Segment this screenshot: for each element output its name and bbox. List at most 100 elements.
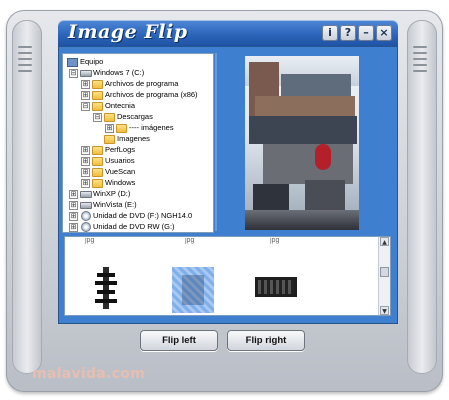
folder-icon [92, 179, 103, 188]
tree-item-usuarios[interactable]: ⊞ Usuarios [81, 155, 211, 166]
expand-toggle[interactable]: ⊞ [81, 179, 90, 188]
scroll-up-icon[interactable]: ▲ [380, 237, 389, 246]
scroll-down-icon[interactable]: ▼ [380, 306, 389, 315]
preview-building [305, 180, 345, 210]
thumbnail-image[interactable] [255, 277, 297, 297]
drive-icon [80, 191, 92, 198]
grip-line [413, 58, 427, 60]
thumbnail-caption: jpg [185, 237, 195, 244]
tree-item-perflogs[interactable]: ⊞ PerfLogs [81, 144, 211, 155]
thumbnail-caption: jpg [270, 237, 280, 244]
expand-toggle[interactable]: ⊞ [69, 190, 78, 199]
tree-item-label: Unidad de DVD RW (G:) [93, 222, 175, 231]
dvd-icon [81, 211, 91, 221]
tree-item-windows7[interactable]: ⊟ Windows 7 (C:) [69, 67, 209, 78]
expand-toggle[interactable]: ⊞ [81, 146, 90, 155]
expand-toggle[interactable]: ⊞ [81, 80, 90, 89]
tree-item-label: Usuarios [105, 156, 135, 165]
grip-line [413, 46, 427, 48]
grip-line [413, 64, 427, 66]
tree-item-vuescan[interactable]: ⊞ VueScan [81, 166, 211, 177]
tree-item-winvista[interactable]: ⊞ WinVista (E:) [69, 199, 211, 210]
folder-icon [92, 102, 103, 111]
folder-icon [92, 157, 103, 166]
minimize-button[interactable]: – [358, 25, 374, 41]
flip-right-button[interactable]: Flip right [227, 330, 305, 351]
tree-item-imagenes-sub[interactable]: ⊞ ---- imágenes [105, 122, 211, 133]
thumbnail-selected[interactable] [172, 267, 214, 313]
tree-item-imagenes[interactable]: Imagenes [93, 133, 211, 144]
title-bar[interactable]: Image Flip i ? – × [58, 20, 398, 46]
computer-icon [67, 58, 78, 67]
grip-line [18, 46, 32, 48]
close-button[interactable]: × [376, 25, 392, 41]
grip-line [18, 58, 32, 60]
tree-item-archivos[interactable]: ⊞ Archivos de programa [81, 78, 211, 89]
preview-lantern [315, 144, 331, 170]
grip-line [18, 64, 32, 66]
folder-icon [92, 91, 103, 100]
tree-item-ontecnia[interactable]: ⊟ Ontecnia [81, 100, 211, 111]
grip-line [413, 52, 427, 54]
tree-item-label: Ontecnia [105, 101, 136, 110]
tree-item-label: Windows [105, 178, 136, 187]
folder-icon [92, 168, 103, 177]
drive-icon [80, 202, 92, 209]
expand-toggle[interactable]: ⊞ [69, 223, 78, 232]
expand-toggle[interactable]: ⊞ [105, 124, 114, 133]
grip-line [18, 52, 32, 54]
folder-icon [92, 80, 103, 89]
right-side-panel [407, 20, 437, 374]
thumbnail-scrollbar[interactable]: ▲ ▼ [378, 237, 390, 315]
grip-line [18, 70, 32, 72]
tree-item-label: PerfLogs [105, 145, 136, 154]
tree-item-windows[interactable]: ⊞ Windows [81, 177, 211, 188]
expand-toggle[interactable]: ⊞ [81, 168, 90, 177]
tree-item-dvd-g[interactable]: ⊞ Unidad de DVD RW (G:) [69, 221, 211, 232]
collapse-toggle[interactable]: ⊟ [93, 113, 102, 122]
folder-tree[interactable]: Equipo ⊟ Windows 7 (C:) ⊞ Archivos de pr… [62, 53, 214, 233]
preview-building [263, 144, 353, 184]
tree-item-descargas[interactable]: ⊟ Descargas [93, 111, 211, 122]
scroll-thumb[interactable] [380, 267, 389, 277]
expand-toggle[interactable]: ⊞ [69, 201, 78, 210]
left-side-panel [12, 20, 42, 374]
flip-left-button[interactable]: Flip left [140, 330, 218, 351]
thumbnail-strip[interactable]: jpg jpg jpg ▲ ▼ [64, 236, 391, 316]
expand-toggle[interactable]: ⊞ [81, 91, 90, 100]
tree-item-label: ---- imágenes [129, 123, 174, 132]
preview-building [249, 116, 357, 144]
app-title: Image Flip [68, 21, 188, 43]
preview-street [245, 210, 359, 230]
folder-icon [104, 113, 115, 122]
preview-building [255, 96, 355, 116]
thumbnail-caption: jpg [85, 237, 95, 244]
panel-divider [215, 53, 217, 231]
dvd-icon [81, 222, 91, 232]
tree-item-label: Archivos de programa (x86) [105, 90, 198, 99]
tree-item-label: WinXP (D:) [93, 189, 131, 198]
tree-item-dvd-f[interactable]: ⊞ Unidad de DVD (F:) NGH14.0 [69, 210, 211, 221]
thumbnail-image[interactable] [95, 267, 117, 309]
watermark: malavida.com [32, 366, 146, 382]
preview-building [281, 74, 351, 96]
help-button[interactable]: ? [340, 25, 356, 41]
expand-toggle[interactable]: ⊞ [69, 212, 78, 221]
tree-item-archivos-x86[interactable]: ⊞ Archivos de programa (x86) [81, 89, 211, 100]
tree-item-label: Unidad de DVD (F:) NGH14.0 [93, 211, 193, 220]
tree-item-label: Descargas [117, 112, 153, 121]
grip-line [413, 70, 427, 72]
tree-item-label: WinVista (E:) [93, 200, 137, 209]
collapse-toggle[interactable]: ⊟ [81, 102, 90, 111]
drive-icon [80, 70, 92, 77]
tree-item-winxp[interactable]: ⊞ WinXP (D:) [69, 188, 211, 199]
tree-item-label: Windows 7 (C:) [93, 68, 145, 77]
folder-icon [92, 146, 103, 155]
collapse-toggle[interactable]: ⊟ [69, 69, 78, 78]
tree-root-label: Equipo [80, 57, 104, 66]
image-preview [245, 56, 359, 230]
tree-item-label: VueScan [105, 167, 136, 176]
expand-toggle[interactable]: ⊞ [81, 157, 90, 166]
info-button[interactable]: i [322, 25, 338, 41]
folder-icon [104, 135, 115, 144]
